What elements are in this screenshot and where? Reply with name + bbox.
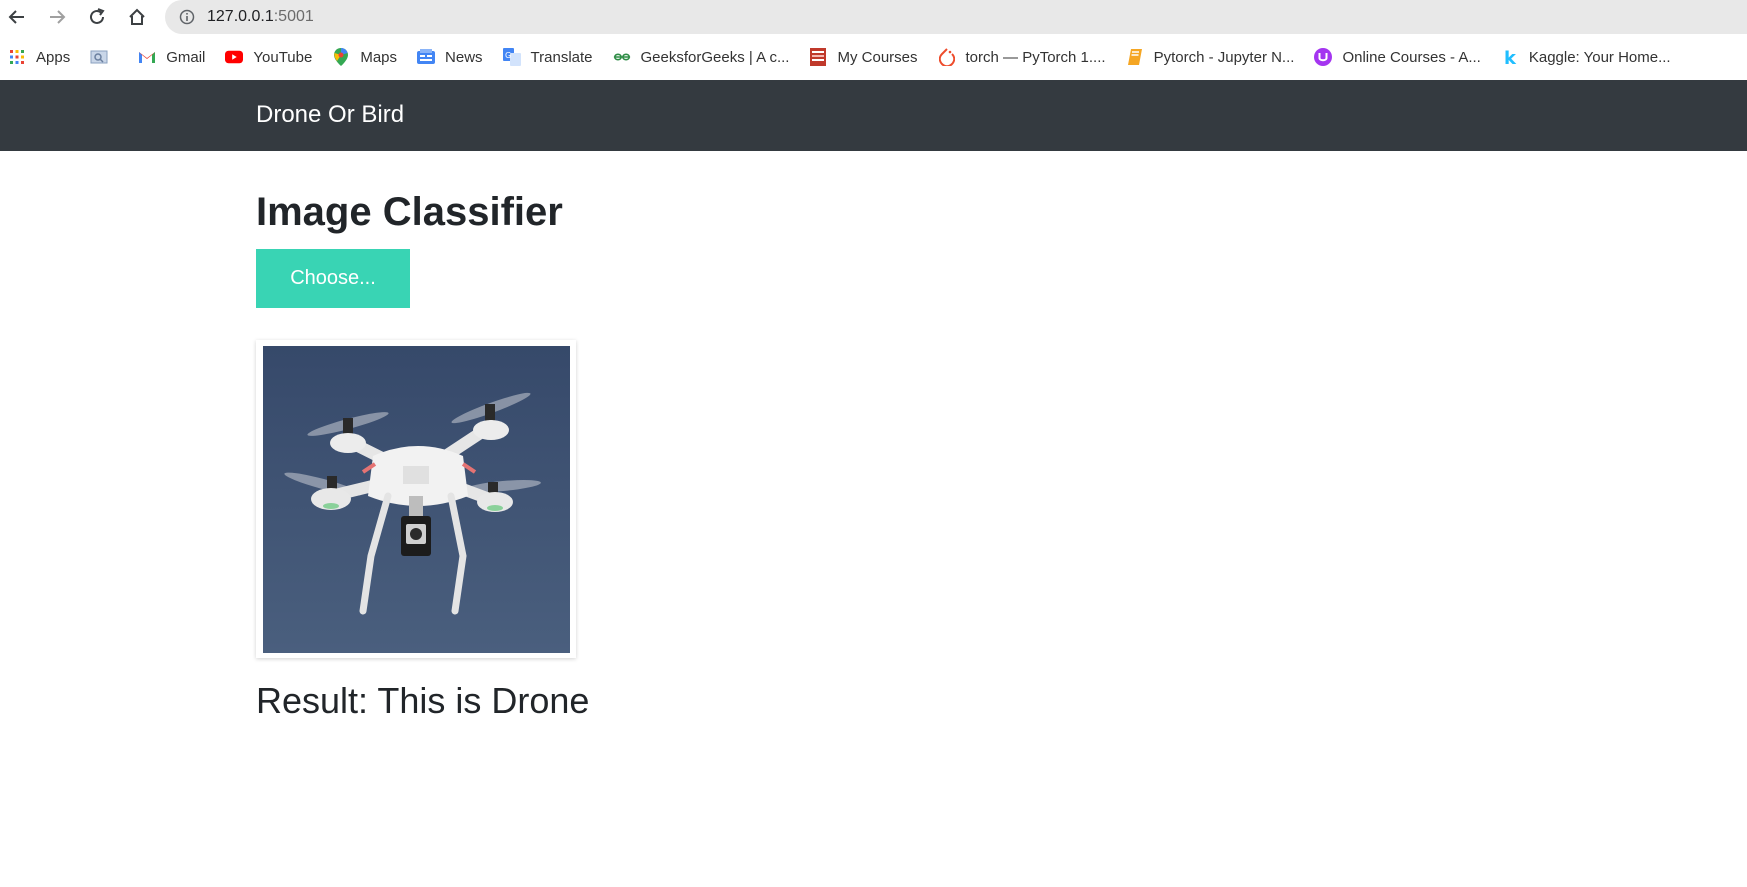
bookmark-youtube[interactable]: YouTube — [217, 43, 320, 71]
reload-icon — [90, 8, 105, 24]
bookmark-kaggle[interactable]: k Kaggle: Your Home... — [1493, 43, 1679, 71]
navbar-brand[interactable]: Drone Or Bird — [256, 101, 404, 129]
bookmark-gmail[interactable]: Gmail — [130, 43, 213, 71]
home-icon — [129, 8, 145, 25]
svg-text:G: G — [505, 51, 511, 60]
forward-arrow-icon — [50, 10, 66, 24]
bookmark-pytorch[interactable]: torch — PyTorch 1.... — [930, 43, 1114, 71]
back-arrow-icon — [8, 10, 24, 24]
bookmark-label: Kaggle: Your Home... — [1528, 48, 1671, 66]
page-title: Image Classifier — [256, 190, 563, 234]
bookmark-geeksforgeeks[interactable]: GeeksforGeeks | A c... — [605, 43, 798, 71]
maps-pin-icon — [332, 48, 350, 66]
bookmark-my-courses[interactable]: My Courses — [801, 43, 925, 71]
forward-button[interactable] — [44, 4, 70, 30]
bookmark-jupyter[interactable]: Pytorch - Jupyter N... — [1118, 43, 1303, 71]
image-search-icon — [90, 48, 108, 66]
address-bar[interactable]: 127.0.0.1:5001 — [165, 0, 1747, 34]
bookmark-label: Pytorch - Jupyter N... — [1153, 48, 1295, 66]
bookmark-label: Online Courses - A... — [1342, 48, 1481, 66]
url-text: 127.0.0.1:5001 — [207, 8, 314, 25]
news-icon — [417, 48, 436, 66]
info-icon[interactable] — [179, 9, 195, 25]
bookmark-label: GeeksforGeeks | A c... — [640, 48, 790, 66]
geeksforgeeks-icon — [613, 48, 631, 66]
bookmark-label: torch — PyTorch 1.... — [965, 48, 1106, 66]
back-button[interactable] — [4, 4, 30, 30]
courses-icon — [809, 48, 827, 66]
apps-grid-icon — [8, 48, 26, 66]
udemy-icon — [1314, 48, 1333, 66]
kaggle-icon: k — [1501, 48, 1519, 66]
home-button[interactable] — [124, 4, 150, 30]
bookmarks-bar: Apps Gmail YouTube Maps News G Translate — [0, 40, 1747, 74]
bookmark-maps[interactable]: Maps — [324, 43, 405, 71]
gmail-icon — [138, 48, 156, 66]
bookmark-label: Maps — [360, 48, 398, 66]
bookmark-label: YouTube — [253, 48, 313, 66]
bookmark-label: News — [445, 48, 483, 66]
pytorch-icon — [938, 48, 956, 66]
bookmark-label: Apps — [36, 48, 71, 66]
bookmark-image-search[interactable] — [82, 43, 126, 71]
translate-icon: G — [502, 48, 521, 66]
bookmark-udemy[interactable]: Online Courses - A... — [1306, 43, 1488, 71]
bookmark-label: Gmail — [166, 48, 206, 66]
bookmark-label: My Courses — [837, 48, 918, 66]
bookmark-label: Translate — [530, 48, 593, 66]
bookmark-translate[interactable]: G Translate — [495, 43, 601, 71]
browser-toolbar: 127.0.0.1:5001 — [0, 0, 1747, 34]
choose-file-button[interactable]: Choose... — [256, 249, 410, 308]
bookmark-apps[interactable]: Apps — [0, 43, 78, 71]
navbar: Drone Or Bird — [0, 80, 1747, 151]
notebook-icon — [1126, 48, 1144, 66]
youtube-icon — [225, 48, 244, 66]
bookmark-news[interactable]: News — [409, 43, 491, 71]
result-text: Result: This is Drone — [256, 680, 590, 721]
svg-text:k: k — [1504, 48, 1517, 66]
image-preview — [256, 340, 576, 658]
reload-button[interactable] — [84, 4, 110, 30]
drone-image — [263, 346, 570, 653]
